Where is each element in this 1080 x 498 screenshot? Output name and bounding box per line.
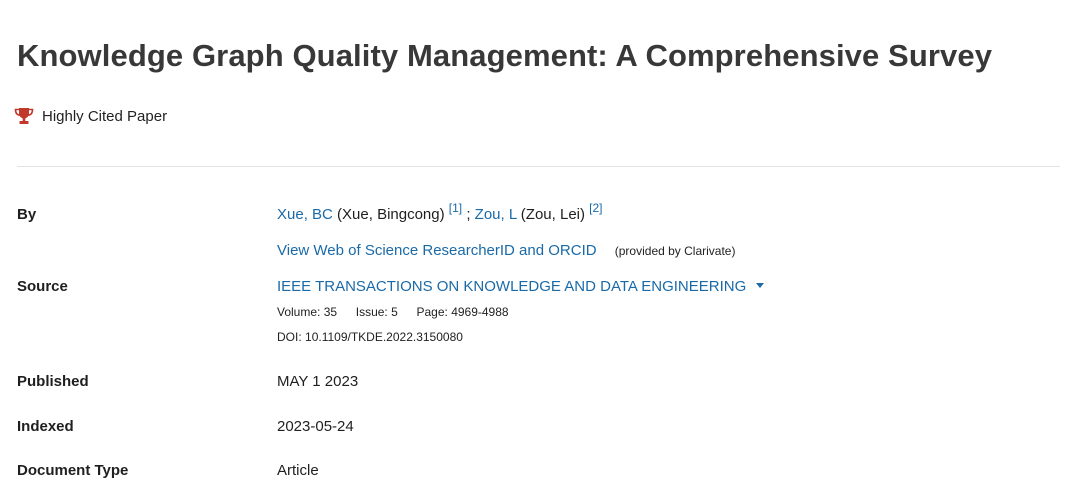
authors-line: Xue, BC (Xue, Bingcong) [1] ; Zou, L (Zo… bbox=[277, 201, 603, 223]
researcher-row: View Web of Science ResearcherID and ORC… bbox=[277, 242, 735, 259]
label-indexed: Indexed bbox=[17, 418, 74, 435]
published-value: MAY 1 2023 bbox=[277, 373, 359, 390]
trophy-icon bbox=[14, 108, 34, 124]
label-source: Source bbox=[17, 278, 68, 295]
volume-label: Volume: bbox=[277, 305, 321, 319]
journal-row: IEEE TRANSACTIONS ON KNOWLEDGE AND DATA … bbox=[277, 278, 765, 295]
highly-cited-badge: Highly Cited Paper bbox=[14, 107, 167, 125]
indexed-value: 2023-05-24 bbox=[277, 418, 354, 435]
author-affiliation-1[interactable]: [1] bbox=[449, 201, 462, 215]
page-value: 4969-4988 bbox=[451, 305, 509, 319]
author-fullname-1: (Xue, Bingcong) bbox=[337, 206, 445, 223]
doi-label: DOI: bbox=[277, 330, 302, 344]
author-link-1[interactable]: Xue, BC bbox=[277, 206, 333, 223]
label-published: Published bbox=[17, 373, 89, 390]
caret-down-icon[interactable] bbox=[756, 282, 765, 288]
document-type-value: Article bbox=[277, 462, 319, 479]
issue-value: 5 bbox=[391, 305, 398, 319]
author-separator: ; bbox=[466, 206, 471, 223]
doi-row: DOI: 10.1109/TKDE.2022.3150080 bbox=[277, 330, 463, 344]
issue-label: Issue: bbox=[355, 305, 388, 319]
label-by: By bbox=[17, 206, 37, 223]
volume-value: 35 bbox=[323, 305, 338, 319]
researcher-note: (provided by Clarivate) bbox=[614, 244, 736, 258]
page-title: Knowledge Graph Quality Management: A Co… bbox=[17, 38, 993, 73]
journal-link[interactable]: IEEE TRANSACTIONS ON KNOWLEDGE AND DATA … bbox=[277, 278, 746, 295]
researcher-id-link[interactable]: View Web of Science ResearcherID and ORC… bbox=[277, 242, 597, 259]
doi-value: 10.1109/TKDE.2022.3150080 bbox=[305, 330, 463, 344]
author-affiliation-2[interactable]: [2] bbox=[589, 201, 602, 215]
author-link-2[interactable]: Zou, L bbox=[475, 206, 517, 223]
badge-label: Highly Cited Paper bbox=[42, 107, 168, 125]
label-document-type: Document Type bbox=[17, 462, 129, 479]
divider bbox=[17, 166, 1060, 167]
page-label: Page: bbox=[416, 305, 448, 319]
source-details: Volume: 35 Issue: 5 Page: 4969-4988 bbox=[277, 305, 509, 319]
author-fullname-2: (Zou, Lei) bbox=[520, 206, 585, 223]
